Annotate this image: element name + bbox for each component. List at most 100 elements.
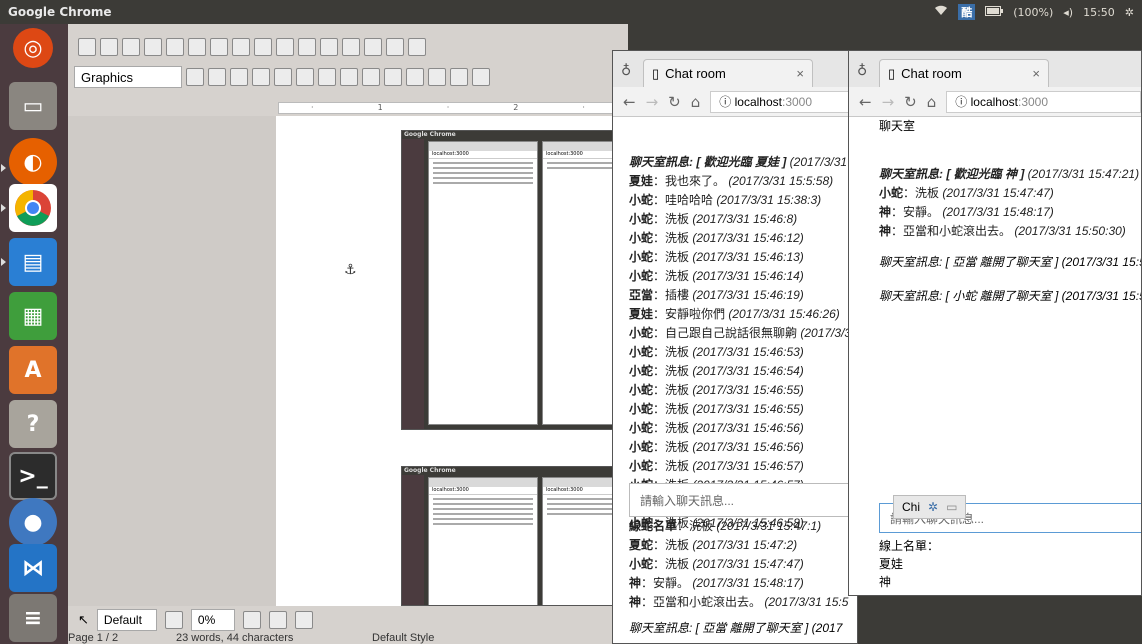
message-text: ：洗板 bbox=[653, 459, 690, 473]
undo-icon[interactable] bbox=[386, 38, 404, 56]
tab-chat-room[interactable]: ▯ Chat room × bbox=[643, 59, 813, 87]
home-icon[interactable]: ⌂ bbox=[927, 93, 937, 111]
pdf-icon[interactable] bbox=[188, 38, 206, 56]
back-icon[interactable]: ← bbox=[859, 93, 872, 111]
wrap-page-icon[interactable] bbox=[230, 68, 248, 86]
new-document-icon[interactable] bbox=[78, 38, 96, 56]
cut-icon[interactable] bbox=[298, 38, 316, 56]
keyboard-icon[interactable]: ▭ bbox=[946, 500, 957, 514]
wrap-ideal-icon[interactable] bbox=[252, 68, 270, 86]
message-text: ：洗板 bbox=[653, 364, 690, 378]
message-text: ：洗板 bbox=[653, 345, 690, 359]
page-count[interactable]: Page 1 / 2 bbox=[68, 632, 118, 644]
reload-icon[interactable]: ↻ bbox=[668, 93, 681, 111]
message-text: ：安靜。 bbox=[641, 576, 690, 590]
gear-icon[interactable]: ✲ bbox=[1125, 6, 1134, 19]
chat-message: 夏娃：安靜啦你們 (2017/3/31 15:46:26) bbox=[613, 305, 857, 324]
screenshot-image-1[interactable]: Google Chrome localhost:3000 localhost:3… bbox=[401, 130, 625, 430]
close-icon[interactable]: × bbox=[1032, 66, 1040, 81]
message-text: ：安靜。 bbox=[891, 205, 940, 219]
border-color-icon[interactable] bbox=[450, 68, 468, 86]
address-bar[interactable]: ⓘ localhost:3000 bbox=[710, 90, 857, 113]
ubuntu-dash-icon[interactable]: ◎ bbox=[13, 28, 53, 68]
print-icon[interactable] bbox=[210, 38, 228, 56]
wifi-icon[interactable] bbox=[934, 5, 948, 19]
clock[interactable]: 15:50 bbox=[1083, 6, 1115, 19]
writer-icon[interactable]: ▤ bbox=[9, 238, 57, 286]
spellcheck-icon[interactable] bbox=[254, 38, 272, 56]
chat-input[interactable]: 請輸入聊天訊息... bbox=[629, 483, 855, 517]
reload-icon[interactable]: ↻ bbox=[904, 93, 917, 111]
ruler[interactable]: · 1 · 2 · bbox=[278, 102, 618, 114]
line-color-icon[interactable] bbox=[164, 611, 183, 629]
flip-icon[interactable] bbox=[268, 611, 287, 629]
anchor-icon[interactable]: ⚓ bbox=[344, 262, 357, 278]
help-icon[interactable]: ? bbox=[9, 400, 57, 448]
message-list: 聊天室訊息: [ 歡迎光臨 神 ] (2017/3/31 15:47:21) 小蛇… bbox=[863, 165, 1141, 241]
save-icon[interactable] bbox=[122, 38, 140, 56]
vscode-icon[interactable]: ⋈ bbox=[9, 544, 57, 592]
line-style-icon[interactable] bbox=[428, 68, 446, 86]
home-icon[interactable]: ⌂ bbox=[691, 93, 701, 111]
message-text: ：哇哈哈哈 bbox=[653, 193, 714, 207]
print-preview-icon[interactable] bbox=[232, 38, 250, 56]
arrange-icon[interactable] bbox=[242, 611, 261, 629]
style-select[interactable]: Default bbox=[96, 609, 157, 631]
redo-icon[interactable] bbox=[408, 38, 426, 56]
message-time: (2017/3/31 15:46:14) bbox=[689, 269, 804, 283]
message-time: (2017/3/31 15:46:55) bbox=[689, 402, 804, 416]
droplet-icon[interactable]: ● bbox=[9, 498, 57, 546]
clone-icon[interactable] bbox=[364, 38, 382, 56]
rotate-icon[interactable] bbox=[294, 611, 313, 629]
message-user: 神 bbox=[629, 595, 642, 609]
back-icon[interactable]: ← bbox=[623, 93, 636, 111]
ime-indicator[interactable]: 酷 bbox=[958, 4, 976, 20]
gear-icon[interactable]: ✲ bbox=[928, 500, 938, 514]
select-arrow-icon[interactable]: ↖ bbox=[78, 612, 89, 628]
wrap-off-icon[interactable] bbox=[208, 68, 226, 86]
edit-mode-icon[interactable] bbox=[166, 38, 184, 56]
page-style[interactable]: Default Style bbox=[372, 632, 434, 644]
volume-icon[interactable]: ◂) bbox=[1063, 6, 1073, 19]
battery-icon[interactable] bbox=[985, 5, 1004, 19]
anchor-bottom-icon[interactable] bbox=[384, 68, 402, 86]
files-icon[interactable]: ▭ bbox=[9, 82, 57, 130]
autospell-icon[interactable] bbox=[276, 38, 294, 56]
chat-message: 小蛇：洗板 (2017/3/31 15:46:53) bbox=[613, 343, 857, 362]
thumb-title: Google Chrome bbox=[404, 131, 456, 138]
trash-icon[interactable]: ≡ bbox=[9, 594, 57, 642]
message-time: (2017/3/31 15:47:2) bbox=[689, 538, 798, 552]
chat-message: 神：安靜。 (2017/3/31 15:48:17) bbox=[863, 203, 1141, 222]
document-page[interactable]: Google Chrome localhost:3000 localhost:3… bbox=[276, 116, 636, 606]
copy-icon[interactable] bbox=[320, 38, 338, 56]
paste-icon[interactable] bbox=[342, 38, 360, 56]
ime-popup[interactable]: Chi ✲ ▭ bbox=[893, 495, 967, 519]
transparency-field[interactable]: 0% bbox=[190, 609, 235, 631]
forward-icon[interactable]: → bbox=[882, 93, 895, 111]
screenshot-image-2[interactable]: Google Chrome localhost:3000 localhost:3… bbox=[401, 466, 625, 606]
close-icon[interactable]: × bbox=[796, 66, 804, 81]
calc-icon[interactable]: ▦ bbox=[9, 292, 57, 340]
paragraph-style-select[interactable]: Graphics bbox=[74, 66, 182, 88]
address-bar[interactable]: ⓘ localhost:3000 bbox=[946, 90, 1141, 113]
anchor-top-icon[interactable] bbox=[340, 68, 358, 86]
export-icon[interactable] bbox=[144, 38, 162, 56]
terminal-icon[interactable]: >_ bbox=[9, 452, 57, 500]
tab-chat-room[interactable]: ▯ Chat room × bbox=[879, 59, 1049, 87]
align-center-icon[interactable] bbox=[296, 68, 314, 86]
chevron-down-icon[interactable] bbox=[186, 68, 204, 86]
align-left-icon[interactable] bbox=[274, 68, 292, 86]
firefox-icon[interactable]: ◐ bbox=[9, 138, 57, 186]
thumb-title: Google Chrome bbox=[404, 467, 456, 474]
software-center-icon[interactable]: A bbox=[9, 346, 57, 394]
chrome-icon[interactable] bbox=[9, 184, 57, 232]
forward-icon[interactable]: → bbox=[646, 93, 659, 111]
anchor-center-icon[interactable] bbox=[362, 68, 380, 86]
background-color-icon[interactable] bbox=[472, 68, 490, 86]
ime-label: Chi bbox=[902, 500, 921, 514]
open-icon[interactable] bbox=[100, 38, 118, 56]
borders-icon[interactable] bbox=[406, 68, 424, 86]
message-user: 小蛇 bbox=[629, 557, 654, 571]
align-right-icon[interactable] bbox=[318, 68, 336, 86]
chat-message: 小蛇：自己跟自己說話很無聊齁 (2017/3/3 bbox=[613, 324, 857, 343]
